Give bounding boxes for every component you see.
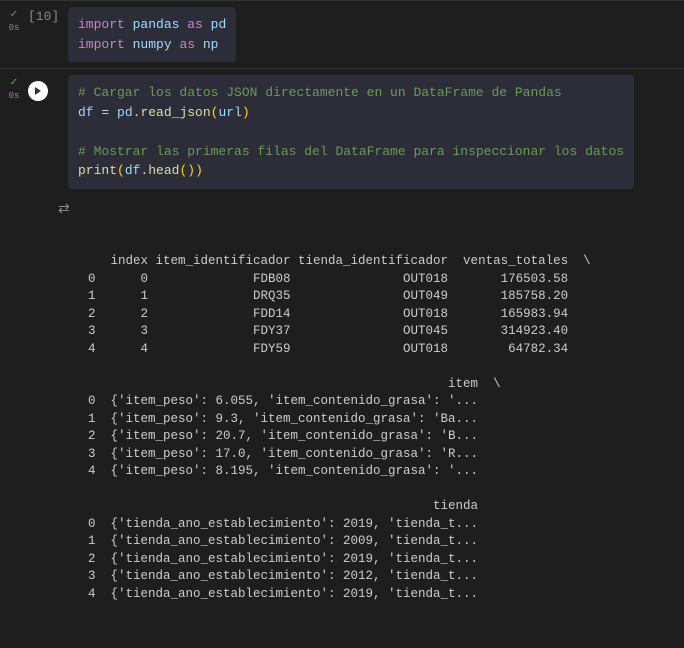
run-button-wrap (28, 69, 62, 101)
table-row: 3 3 FDY37 OUT045 314923.40 (88, 324, 568, 338)
keyword: as (179, 37, 195, 52)
function: read_json (140, 105, 210, 120)
code-cell-2: ✓ 0s # Cargar los datos JSON directament… (0, 68, 684, 648)
keyword: import (78, 37, 125, 52)
paren: () (179, 163, 195, 178)
identifier: pd (211, 17, 227, 32)
play-icon (33, 86, 43, 96)
cell-gutter: ✓ 0s (0, 69, 28, 648)
table-row: 3 {'item_peso': 17.0, 'item_contenido_gr… (88, 447, 478, 461)
table-row: 4 {'item_peso': 8.195, 'item_contenido_g… (88, 464, 478, 478)
table-row: 4 {'tienda_ano_establecimiento': 2019, '… (88, 587, 478, 601)
table-header: item \ (88, 377, 501, 391)
comment: # Cargar los datos JSON directamente en … (78, 85, 562, 100)
exec-timing: 0s (9, 23, 20, 33)
table-header: tienda (88, 499, 478, 513)
comment: # Mostrar las primeras filas del DataFra… (78, 144, 624, 159)
identifier: df (78, 105, 94, 120)
output-toolbar: ⇄ (58, 201, 70, 221)
code-prompt-row: # Cargar los datos JSON directamente en … (28, 69, 684, 195)
identifier: pandas (133, 17, 180, 32)
table-header: index item_identificador tienda_identifi… (88, 254, 591, 268)
identifier: url (218, 105, 241, 120)
executed-check-icon: ✓ (10, 77, 18, 89)
table-row: 3 {'tienda_ano_establecimiento': 2012, '… (88, 569, 478, 583)
paren: ) (242, 105, 250, 120)
prompt-label: [10] (28, 1, 62, 24)
output-area: ⇄ index item_identificador tienda_identi… (28, 195, 684, 648)
output-text: index item_identificador tienda_identifi… (88, 253, 674, 603)
identifier: numpy (133, 37, 172, 52)
code-editor[interactable]: import pandas as pd import numpy as np (68, 7, 236, 62)
cell-main: [10] import pandas as pd import numpy as… (28, 1, 684, 68)
code-cell-1: ✓ 0s [10] import pandas as pd import num… (0, 0, 684, 68)
table-row: 0 0 FDB08 OUT018 176503.58 (88, 272, 568, 286)
code-editor[interactable]: # Cargar los datos JSON directamente en … (68, 75, 634, 189)
toggle-output-icon[interactable]: ⇄ (58, 201, 70, 221)
paren: ) (195, 163, 203, 178)
cell-gutter: ✓ 0s (0, 1, 28, 68)
run-button[interactable] (28, 81, 48, 101)
keyword: as (187, 17, 203, 32)
table-row: 2 2 FDD14 OUT018 165983.94 (88, 307, 568, 321)
table-row: 0 {'tienda_ano_establecimiento': 2019, '… (88, 517, 478, 531)
table-row: 1 {'item_peso': 9.3, 'item_contenido_gra… (88, 412, 478, 426)
paren: ( (117, 163, 125, 178)
exec-timing: 0s (9, 91, 20, 101)
code-prompt-row: [10] import pandas as pd import numpy as… (28, 1, 684, 68)
function: head (148, 163, 179, 178)
operator: = (94, 105, 117, 120)
identifier: df (125, 163, 141, 178)
identifier: pd (117, 105, 133, 120)
identifier: np (203, 37, 219, 52)
table-row: 2 {'tienda_ano_establecimiento': 2019, '… (88, 552, 478, 566)
executed-check-icon: ✓ (10, 9, 18, 21)
table-row: 4 4 FDY59 OUT018 64782.34 (88, 342, 568, 356)
keyword: import (78, 17, 125, 32)
table-row: 2 {'item_peso': 20.7, 'item_contenido_gr… (88, 429, 478, 443)
table-row: 0 {'item_peso': 6.055, 'item_contenido_g… (88, 394, 478, 408)
cell-main: # Cargar los datos JSON directamente en … (28, 69, 684, 648)
table-row: 1 1 DRQ35 OUT049 185758.20 (88, 289, 568, 303)
table-row: 1 {'tienda_ano_establecimiento': 2009, '… (88, 534, 478, 548)
function: print (78, 163, 117, 178)
